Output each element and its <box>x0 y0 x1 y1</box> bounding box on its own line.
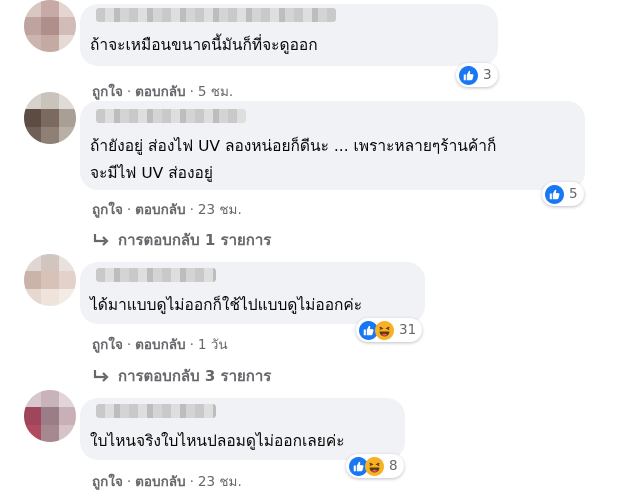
commenter-name[interactable] <box>96 268 216 282</box>
view-replies-link[interactable]: การตอบกลับ 1 รายการ <box>92 228 271 252</box>
timestamp[interactable]: 23 ชม. <box>198 202 242 218</box>
avatar[interactable] <box>24 0 76 52</box>
comment-text: ได้มาแบบดูไม่ออกก็ใช้ไปแบบดูไม่ออกค่ะ <box>90 296 363 314</box>
comment-bubble: ใบไหนจริงใบไหนปลอมดูไม่ออกเลยค่ะ <box>80 398 405 460</box>
comment-bubble: ถ้าจะเหมือนขนาดนี้มันก็ที่จะดูออก <box>80 4 498 66</box>
avatar[interactable] <box>24 254 76 306</box>
commenter-name[interactable] <box>96 8 336 22</box>
comment-meta: ถูกใจ · ตอบกลับ · 5 ชม. <box>92 84 234 100</box>
view-replies-label: การตอบกลับ 1 รายการ <box>118 231 272 249</box>
reaction-summary[interactable]: 5 <box>542 182 584 206</box>
haha-icon <box>375 320 394 340</box>
reaction-count: 31 <box>399 322 417 338</box>
comment-text: ถ้าจะเหมือนขนาดนี้มันก็ที่จะดูออก <box>90 36 318 54</box>
commenter-name[interactable] <box>96 109 246 123</box>
reply-link[interactable]: ตอบกลับ <box>135 84 185 100</box>
timestamp[interactable]: 1 วัน <box>198 337 228 353</box>
comment-text: ถ้ายังอยู่ ส่องไฟ UV ลองหน่อยก็ดีนะ ... … <box>90 137 497 182</box>
timestamp[interactable]: 5 ชม. <box>198 84 233 100</box>
reply-link[interactable]: ตอบกลับ <box>135 202 185 218</box>
comment-meta: ถูกใจ · ตอบกลับ · 23 ชม. <box>92 202 242 218</box>
like-link[interactable]: ถูกใจ <box>92 84 123 100</box>
avatar[interactable] <box>24 92 76 144</box>
reaction-summary[interactable]: 3 <box>456 63 498 87</box>
comment-bubble: ได้มาแบบดูไม่ออกก็ใช้ไปแบบดูไม่ออกค่ะ <box>80 262 425 324</box>
like-icon <box>459 65 478 85</box>
timestamp[interactable]: 23 ชม. <box>198 474 242 490</box>
view-replies-label: การตอบกลับ 3 รายการ <box>118 367 272 385</box>
reaction-summary[interactable]: 8 <box>346 454 404 478</box>
reaction-summary[interactable]: 31 <box>356 318 423 342</box>
reply-link[interactable]: ตอบกลับ <box>135 337 185 353</box>
reaction-count: 5 <box>569 186 578 202</box>
reaction-count: 8 <box>389 458 398 474</box>
comment-text: ใบไหนจริงใบไหนปลอมดูไม่ออกเลยค่ะ <box>90 432 345 450</box>
reply-arrow-icon <box>93 370 109 382</box>
like-icon <box>545 184 564 204</box>
comment-meta: ถูกใจ · ตอบกลับ · 1 วัน <box>92 337 228 353</box>
like-link[interactable]: ถูกใจ <box>92 202 123 218</box>
commenter-name[interactable] <box>96 404 216 418</box>
reply-arrow-icon <box>93 234 109 246</box>
comment-meta: ถูกใจ · ตอบกลับ · 23 ชม. <box>92 474 242 490</box>
like-link[interactable]: ถูกใจ <box>92 337 123 353</box>
reaction-count: 3 <box>483 67 492 83</box>
reply-link[interactable]: ตอบกลับ <box>135 474 185 490</box>
avatar[interactable] <box>24 390 76 442</box>
view-replies-link[interactable]: การตอบกลับ 3 รายการ <box>92 364 271 388</box>
comment-bubble: ถ้ายังอยู่ ส่องไฟ UV ลองหน่อยก็ดีนะ ... … <box>80 101 585 190</box>
like-link[interactable]: ถูกใจ <box>92 474 123 490</box>
haha-icon <box>365 456 384 476</box>
